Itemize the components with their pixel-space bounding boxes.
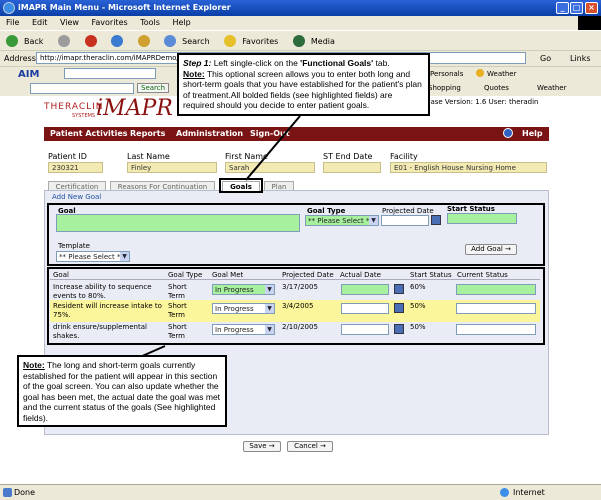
callout-note2: Note: The long and short-term goals curr… <box>17 355 227 427</box>
callout2-note-label: Note: <box>23 360 45 370</box>
callout1-text: Left single-click on the <box>211 58 301 68</box>
callout1-pointer <box>245 115 301 181</box>
callout1-tab: 'Functional Goals' <box>300 58 374 68</box>
callout1-note-label: Note: <box>183 68 205 79</box>
callout-step1: Step 1: Left single-click on the 'Functi… <box>177 53 430 116</box>
callout1-step: Step 1: <box>183 58 212 68</box>
callout2-text: The long and short-term goals currently … <box>23 360 221 423</box>
callout1-tail: tab. <box>373 58 390 68</box>
callout1-note: This optional screen allows you to enter… <box>183 68 422 111</box>
